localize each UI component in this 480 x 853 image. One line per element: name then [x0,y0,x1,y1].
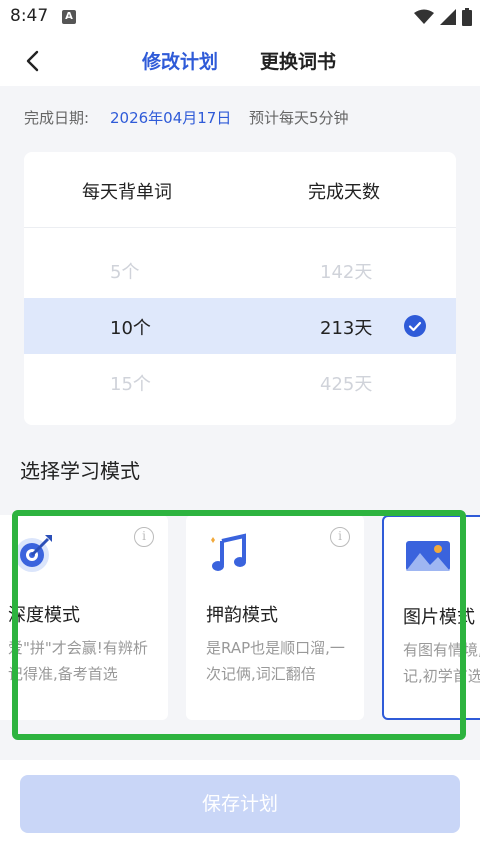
picker-row-selected[interactable]: 10个 213天 [24,298,456,354]
tab-change-book[interactable]: 更换词书 [260,47,336,74]
battery-icon [462,8,472,26]
tab-modify-plan[interactable]: 修改计划 [142,47,218,74]
picker-days: 425天 [320,374,373,395]
picker-words: 10个 [110,318,151,339]
check-circle-icon [404,315,426,337]
words-per-day-header: 每天背单词 [82,182,172,203]
picker-row[interactable]: 5个 142天 [24,242,456,298]
top-navigation: 修改计划 更换词书 [0,34,480,89]
signal-icon [440,9,456,25]
divider [24,227,456,228]
status-bar: 8:47 A [0,0,480,34]
plan-info-row: 完成日期: 2026年04月17日 预计每天5分钟 [0,86,480,146]
picker-days: 213天 [320,318,373,339]
picker-words: 5个 [110,262,140,283]
section-title-learning-mode: 选择学习模式 [20,459,140,483]
status-time: 8:47 [10,6,49,26]
notification-a-icon: A [62,10,76,24]
picker-words: 15个 [110,374,151,395]
wifi-icon [414,9,434,24]
picker-days: 142天 [320,262,373,283]
back-button[interactable] [18,46,48,76]
days-to-complete-header: 完成天数 [308,182,380,203]
daily-estimate: 预计每天5分钟 [249,109,349,127]
highlight-frame [12,510,466,740]
status-icons [414,8,472,26]
completion-date-label: 完成日期: [24,109,90,127]
completion-date-value: 2026年04月17日 [110,109,232,127]
chevron-left-icon [26,50,39,72]
save-plan-button[interactable]: 保存计划 [20,775,460,833]
picker-row[interactable]: 15个 425天 [24,354,456,410]
plan-picker-card: 每天背单词 完成天数 5个 142天 10个 213天 15个 425天 [24,152,456,425]
bottom-bar: 保存计划 [0,760,480,853]
